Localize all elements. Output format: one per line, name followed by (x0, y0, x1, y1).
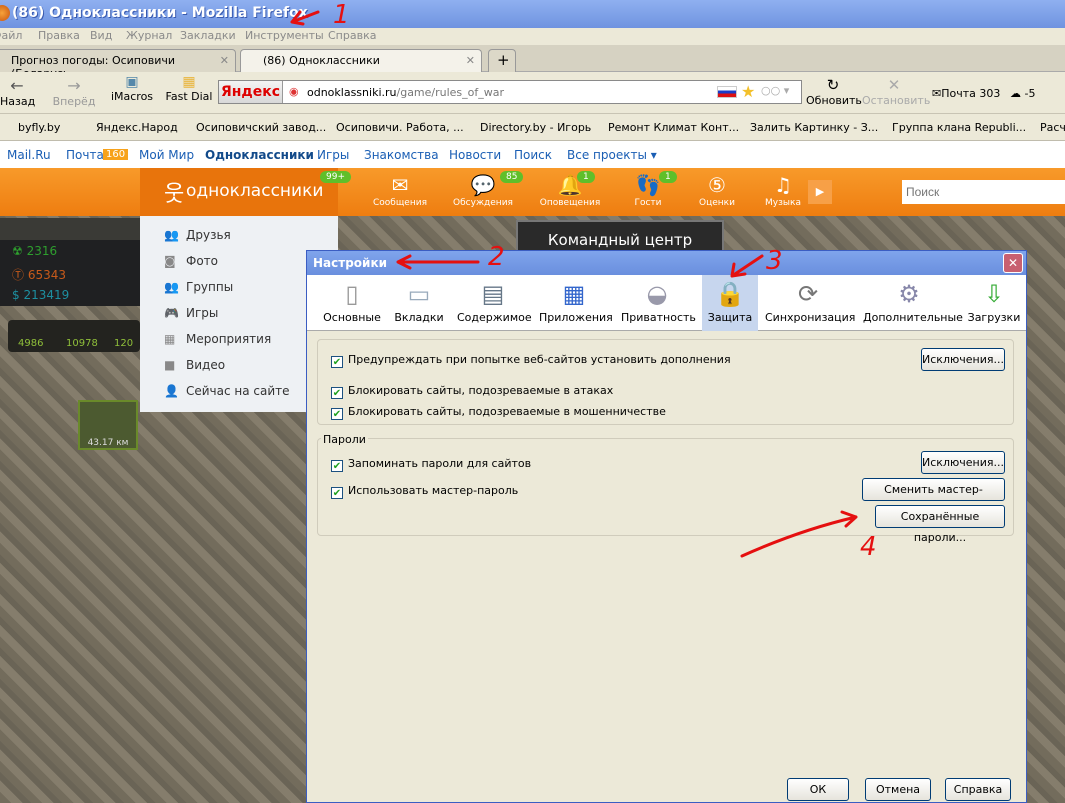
annotation-arrows (290, 10, 858, 558)
annotation-arrow-1 (290, 10, 320, 26)
annotation-3: 3 (766, 246, 783, 276)
annotation-1: 1 (333, 0, 350, 30)
annotation-arrow-4 (740, 510, 858, 558)
annotation-arrow-3 (730, 254, 764, 278)
annotation-4: 4 (860, 532, 877, 562)
annotation-2: 2 (488, 242, 505, 272)
annotation-arrow-2 (396, 254, 480, 270)
